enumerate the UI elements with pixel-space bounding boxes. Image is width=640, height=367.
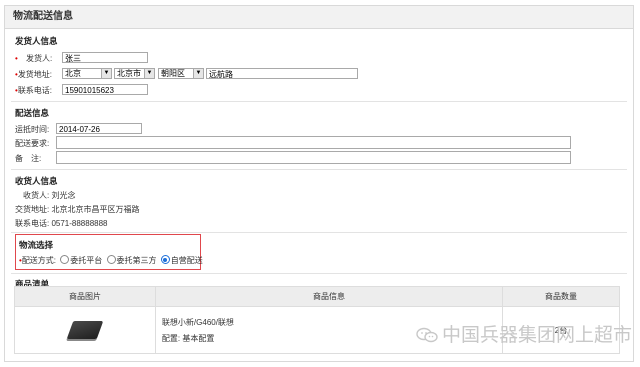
option-third-party[interactable]: 委托第三方 [117,256,157,265]
wechat-icon [416,327,438,343]
option-platform[interactable]: 委托平台 [70,256,102,265]
page-title: 物流配送信息 [5,6,633,29]
delivery-section-title: 配送信息 [15,108,50,118]
radio-self-delivery[interactable] [160,255,170,264]
col-info: 商品信息 [154,286,504,307]
required-mark: • [15,54,18,63]
divider [11,273,627,274]
watermark: 中国兵器集团网上超市 [416,320,632,347]
delivery-method-label: 配送方式: [21,256,57,265]
watermark-text: 中国兵器集团网上超市 [441,324,632,346]
divider [11,169,627,170]
delivery-method-row: •配送方式: 委托平台 委托第三方 自营配送 [19,255,203,266]
logistics-section-title: 物流选择 [19,240,54,250]
arrival-label: 运抵时间: [15,125,50,134]
chevron-down-icon: ▼ [144,69,154,78]
sender-address-label: •发货地址: [15,70,53,79]
chevron-down-icon: ▼ [193,69,203,78]
table-header-row: 商品图片 商品信息 商品数量 [14,286,620,307]
receiver-section-title: 收货人信息 [15,176,58,186]
sender-name-label: • 发货人: [15,54,53,63]
arrival-date-input[interactable]: 2014-07-26 [56,123,142,134]
sender-name-input[interactable]: 张三 [62,52,148,63]
col-quantity: 商品数量 [502,286,620,307]
divider [11,232,627,233]
sender-phone-input[interactable]: 15901015623 [62,84,148,95]
street-input[interactable]: 远航路 [206,68,358,79]
receiver-name: 收货人: 刘光念 [23,191,76,200]
radio-third-party[interactable] [106,255,116,264]
city-select[interactable]: 北京市 ▼ [114,68,155,79]
receiver-phone: 联系电话: 0571-88888888 [15,219,108,228]
remarks-label: 备 注: [15,154,42,163]
province-select[interactable]: 北京 ▼ [62,68,112,79]
receiver-address: 交货地址: 北京北京市昌平区万福路 [15,205,140,214]
radio-platform[interactable] [60,255,70,264]
requirements-label: 配送要求: [15,139,50,148]
divider [11,101,627,102]
sender-section-title: 发货人信息 [15,36,58,46]
col-image: 商品图片 [14,286,156,307]
product-image-cell [14,306,156,354]
chevron-down-icon: ▼ [101,69,111,78]
remarks-input[interactable] [56,151,571,164]
requirements-input[interactable] [56,136,571,149]
laptop-image [66,321,104,339]
option-self-delivery[interactable]: 自营配送 [171,256,203,265]
sender-phone-label: •联系电话: [15,86,53,95]
district-select[interactable]: 朝阳区 ▼ [158,68,204,79]
